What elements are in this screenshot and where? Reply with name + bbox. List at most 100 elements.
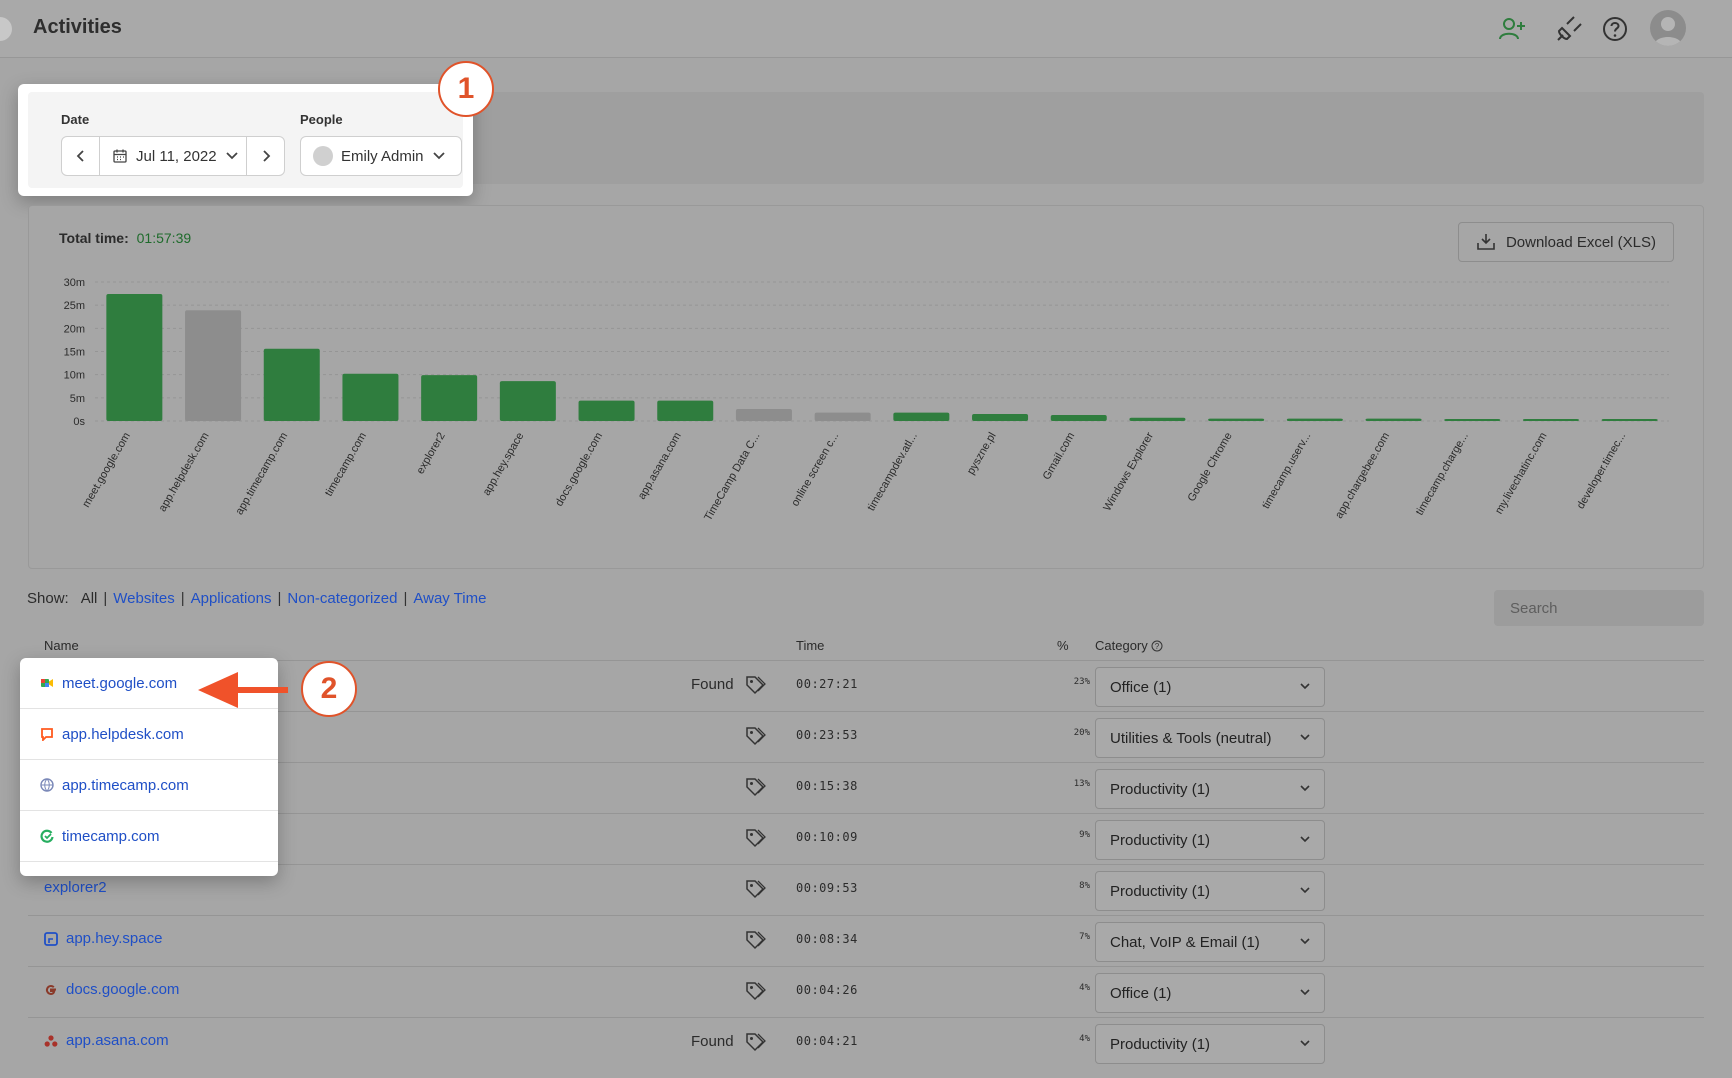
chart-bar [1365, 418, 1422, 421]
tag-icon[interactable] [744, 878, 766, 900]
site-link-label: meet.google.com [62, 674, 178, 692]
category-column-header[interactable]: Category ? [1095, 638, 1163, 653]
table-row[interactable]: app.asana.com Found 00:04:21 4% Producti… [28, 1017, 1704, 1068]
show-non-categorized-link[interactable]: Non-categorized [287, 590, 397, 607]
people-value: Emily Admin [341, 147, 424, 165]
chart-bar [578, 400, 635, 421]
helpdesk-icon [41, 728, 53, 741]
next-day-button[interactable] [246, 137, 284, 175]
tag-icon[interactable] [744, 776, 766, 798]
tag-icon[interactable] [744, 929, 766, 951]
row-name[interactable]: app.asana.com [44, 1032, 169, 1049]
y-tick-label: 30m [64, 277, 85, 289]
tag-icon[interactable] [744, 725, 766, 747]
table-row[interactable]: app.hey.space 00:08:34 7% Chat, VoIP & E… [28, 915, 1704, 966]
table-row[interactable]: timecamp.com 00:10:09 9% Productivity (1… [28, 813, 1704, 864]
tag-icon[interactable] [744, 1031, 766, 1053]
calendar-icon [113, 149, 127, 163]
chart-bar [1050, 414, 1107, 421]
show-applications-link[interactable]: Applications [191, 590, 272, 607]
chart-bar [185, 310, 242, 421]
percent-column-header[interactable]: % [1057, 638, 1069, 653]
separator: | [277, 590, 282, 607]
chart-bar [1522, 419, 1579, 421]
category-select[interactable]: Office (1) [1095, 667, 1325, 707]
x-tick-label: app.asana.com [636, 431, 684, 502]
page-title: Activities [33, 16, 122, 38]
chevron-left-icon [76, 150, 84, 162]
found-label: Found [691, 676, 734, 693]
tag-icon[interactable] [744, 980, 766, 1002]
user-avatar[interactable] [1650, 10, 1686, 46]
chevron-down-icon [1300, 938, 1310, 945]
info-icon[interactable]: ? [1151, 640, 1163, 652]
separator: | [180, 590, 185, 607]
people-dropdown[interactable]: Emily Admin [300, 136, 462, 176]
time-column-header[interactable]: Time [796, 638, 824, 653]
category-select[interactable]: Chat, VoIP & Email (1) [1095, 922, 1325, 962]
person-avatar [313, 146, 333, 166]
table-row[interactable]: docs.google.com 00:04:26 4% Office (1) [28, 966, 1704, 1017]
tag-icon[interactable] [744, 827, 766, 849]
row-name[interactable]: docs.google.com [44, 981, 179, 998]
show-all-option[interactable]: All [81, 590, 98, 607]
show-away-time-link[interactable]: Away Time [413, 590, 486, 607]
category-select[interactable]: Productivity (1) [1095, 769, 1325, 809]
site-link-app-timecamp[interactable]: app.timecamp.com [20, 760, 278, 811]
search-input[interactable]: Search [1494, 590, 1704, 626]
app-name: docs.google.com [66, 981, 180, 998]
add-user-icon[interactable] [1497, 14, 1527, 44]
x-tick-label: app.helpdesk.com [157, 431, 212, 514]
x-tick-label: timecampdev.atl... [865, 431, 920, 514]
category-select[interactable]: Productivity (1) [1095, 820, 1325, 860]
category-select[interactable]: Productivity (1) [1095, 1024, 1325, 1064]
separator: | [403, 590, 408, 607]
chart-bar [1444, 419, 1501, 421]
asana-icon [44, 1034, 58, 1047]
table-row[interactable]: explorer2 00:09:53 8% Productivity (1) [28, 864, 1704, 915]
row-name[interactable]: explorer2 [44, 879, 107, 896]
row-percent: 4% [1079, 983, 1090, 993]
previous-day-button[interactable] [62, 137, 100, 175]
x-tick-label: timecamp.com [323, 431, 369, 499]
row-percent: 9% [1079, 830, 1090, 840]
chevron-down-icon [1300, 734, 1310, 741]
x-tick-label: TimeCamp Data C... [702, 431, 762, 523]
arrow-left-icon [198, 672, 288, 708]
show-filter: Show: All | Websites | Applications | No… [27, 590, 486, 607]
date-dropdown[interactable]: Jul 11, 2022 [100, 137, 248, 175]
hey-space-icon [44, 931, 58, 946]
category-select[interactable]: Utilities & Tools (neutral) [1095, 718, 1325, 758]
chart-bar [263, 348, 320, 421]
site-link-timecamp[interactable]: timecamp.com [20, 811, 278, 862]
google-icon [45, 984, 56, 995]
app-name: app.hey.space [66, 930, 163, 947]
chart-bar [814, 412, 871, 421]
chart-bar [1208, 418, 1265, 421]
sidebar-toggle[interactable] [0, 17, 12, 41]
show-websites-link[interactable]: Websites [113, 590, 174, 607]
site-link-label: app.timecamp.com [62, 776, 189, 794]
table-row[interactable]: app.timecamp.com 00:15:38 13% Productivi… [28, 762, 1704, 813]
x-tick-label: explorer2 [414, 431, 447, 477]
y-tick-label: 15m [64, 347, 85, 359]
row-name[interactable]: app.hey.space [44, 930, 162, 947]
row-percent: 13% [1073, 779, 1090, 789]
x-tick-label: my.livechatinc.com [1493, 431, 1549, 517]
table-row[interactable]: app.helpdesk.com 00:23:53 20% Utilities … [28, 711, 1704, 762]
plug-icon[interactable] [1554, 14, 1584, 44]
site-link-helpdesk[interactable]: app.helpdesk.com [20, 709, 278, 760]
x-tick-label: Gmail.com [1041, 431, 1078, 483]
chart-bar [499, 381, 556, 421]
x-tick-label: app.chargebee.com [1333, 431, 1392, 521]
app-name: explorer2 [44, 879, 107, 896]
category-select[interactable]: Office (1) [1095, 973, 1325, 1013]
row-time: 00:08:34 [796, 932, 858, 946]
category-select[interactable]: Productivity (1) [1095, 871, 1325, 911]
chevron-down-icon [1300, 683, 1310, 690]
y-tick-label: 25m [64, 300, 85, 312]
tag-icon[interactable] [744, 674, 766, 696]
name-column-header[interactable]: Name [44, 638, 79, 653]
category-value: Utilities & Tools (neutral) [1110, 729, 1272, 747]
help-icon[interactable] [1600, 14, 1630, 44]
